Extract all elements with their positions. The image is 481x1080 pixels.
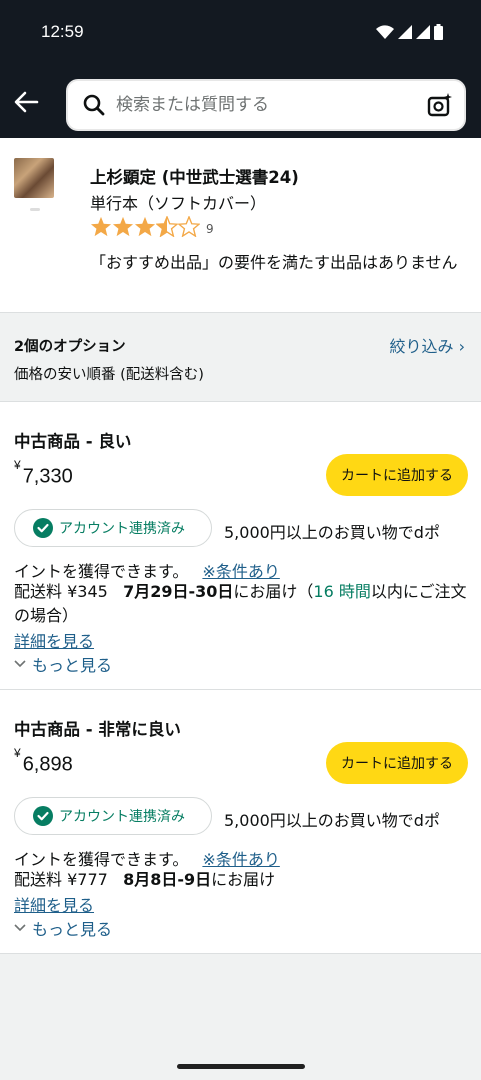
shipping-fee: 配送料 ¥777 [14,870,108,889]
details-link[interactable]: 詳細を見る [14,628,94,652]
currency-symbol: ¥ [14,458,21,472]
search-input[interactable] [116,81,416,129]
delivery-suffix: にお届け [211,870,276,889]
half-star-icon [156,216,178,237]
signal-icon [398,25,412,39]
search-header [0,66,481,138]
search-box[interactable] [66,79,466,131]
rating-count: 9 [206,221,214,236]
order-within-hours: 16 時間 [313,582,371,601]
points-text: 5,000円以上のお買い物でdポ [224,811,440,830]
gesture-nav-bar[interactable] [177,1064,305,1069]
currency-symbol: ¥ [14,746,21,760]
account-linked-badge[interactable]: アカウント連携済み [14,797,212,835]
offer-price: ¥6,898 [14,746,73,777]
price-value: 6,898 [22,753,73,776]
options-bar: 2個のオプション 価格の安い順番 (配送料含む) 絞り込み › [0,312,481,402]
back-button[interactable] [10,86,42,118]
add-to-cart-button[interactable]: カートに追加する [326,454,468,496]
product-summary: 上杉顕定 (中世武士選書24) 単行本（ソフトカバー） 9 「おすすめ出品」の要… [0,138,481,312]
product-thumbnail[interactable] [14,158,54,198]
check-circle-icon [33,518,53,538]
offer-price: ¥7,330 [14,458,73,489]
product-format: 単行本（ソフトカバー） [90,194,267,213]
points-text: 5,000円以上のお買い物でdポ [224,523,440,542]
shipping-fee: 配送料 ¥345 [14,582,108,601]
chevron-down-icon [14,660,26,668]
points-text-line2: イントを獲得できます。 [14,850,189,869]
battery-icon [434,24,443,40]
see-more-label: もっと見る [32,920,113,939]
see-more-link[interactable]: もっと見る [14,652,112,676]
status-icons [376,24,443,40]
points-text-cont: イントを獲得できます。 ※条件あり [14,558,280,582]
add-to-cart-button[interactable]: カートに追加する [326,742,468,784]
star-icon [112,216,134,237]
filter-link[interactable]: 絞り込み › [390,333,466,357]
star-icon [134,216,156,237]
account-linked-label: アカウント連携済み [59,809,185,825]
sort-order: 価格の安い順番 (配送料含む) [14,367,204,383]
shipping-info: 配送料 ¥777 8月8日-9日にお届け [14,868,469,892]
search-icon [83,94,105,116]
offer-card: 中古商品 - 非常に良い ¥6,898 カートに追加する アカウント連携済み 5… [0,690,481,954]
star-icon [90,216,112,237]
offer-card: 中古商品 - 良い ¥7,330 カートに追加する アカウント連携済み 5,00… [0,402,481,690]
account-linked-badge[interactable]: アカウント連携済み [14,509,212,547]
empty-star-icon [178,216,200,237]
conditions-link[interactable]: ※条件あり [202,562,279,581]
wifi-icon [376,25,394,39]
offer-condition: 中古商品 - 非常に良い [14,720,181,739]
chevron-down-icon [14,924,26,932]
arrow-left-icon [14,91,39,113]
bottom-empty-area [0,954,481,1080]
thumbnail-shadow [30,208,40,211]
star-rating[interactable]: 9 [90,216,214,237]
delivery-date: 7月29日-30日 [123,582,234,601]
check-circle-icon [33,806,53,826]
delivery-date: 8月8日-9日 [123,870,212,889]
options-count: 2個のオプション [14,339,126,355]
product-title[interactable]: 上杉顕定 (中世武士選書24) [90,164,299,188]
camera-search-icon[interactable] [426,91,454,119]
conditions-link[interactable]: ※条件あり [202,850,279,869]
signal-icon-2 [416,25,430,39]
points-text-cont: イントを獲得できます。 ※条件あり [14,846,280,870]
see-more-label: もっと見る [32,656,113,675]
see-more-link[interactable]: もっと見る [14,916,112,940]
status-time: 12:59 [41,22,84,41]
delivery-suffix: にお届け（ [233,582,314,601]
status-bar: 12:59 [0,0,481,66]
details-link[interactable]: 詳細を見る [14,892,94,916]
account-linked-label: アカウント連携済み [59,521,185,537]
shipping-info: 配送料 ¥345 7月29日-30日にお届け（16 時間以内にご注文の場合） [14,580,469,628]
offer-condition: 中古商品 - 良い [14,432,132,451]
points-text-line2: イントを獲得できます。 [14,562,189,581]
price-value: 7,330 [22,465,73,488]
featured-offer-note: 「おすすめ出品」の要件を満たす出品はありません [90,253,458,272]
